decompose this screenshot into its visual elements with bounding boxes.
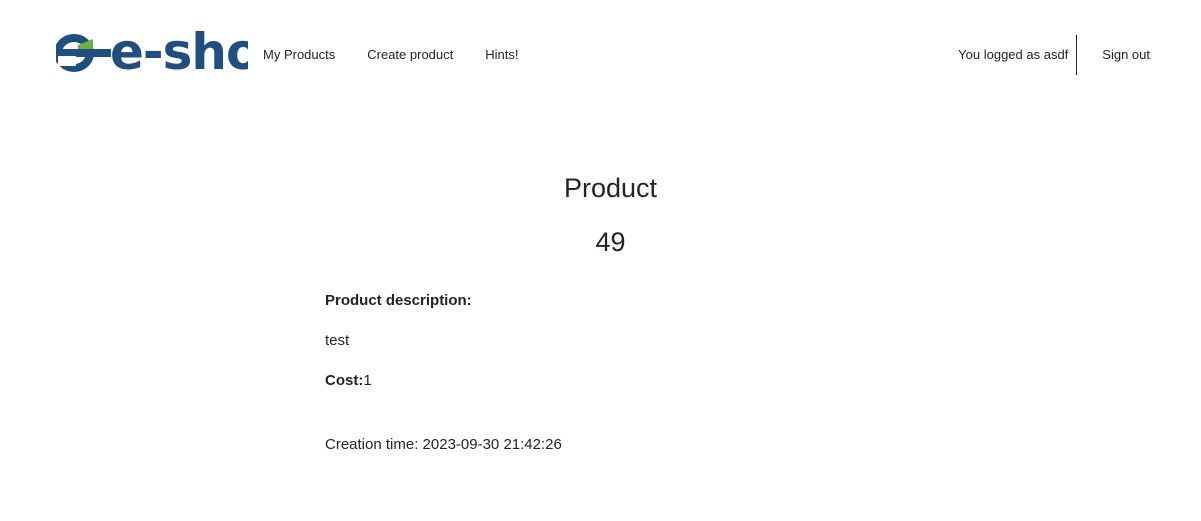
logo-text: e-shop xyxy=(110,23,248,81)
nav-links: My Products Create product Hints! xyxy=(263,46,518,64)
navbar: e-shop My Products Create product Hints!… xyxy=(0,0,1201,110)
cost-label: Cost: xyxy=(325,372,364,389)
cost-row: Cost:1 xyxy=(325,370,372,392)
description-label: Product description: xyxy=(325,292,472,309)
description-value: test xyxy=(325,332,350,349)
eshop-logo-image: e-shop xyxy=(54,20,295,81)
user-area: You logged as asdf Sign out xyxy=(958,35,1150,75)
nav-create-product[interactable]: Create product xyxy=(367,46,453,64)
creation-time-label: Creation time: xyxy=(325,436,423,453)
sign-out-link[interactable]: Sign out xyxy=(1102,46,1150,64)
product-id: 49 xyxy=(595,227,626,257)
creation-time-value: 2023-09-30 21:42:26 xyxy=(422,436,562,453)
creation-row: Creation time: 2023-09-30 21:42:26 xyxy=(325,434,562,456)
nav-hints[interactable]: Hints! xyxy=(485,46,518,64)
nav-my-products[interactable]: My Products xyxy=(263,46,335,64)
eshop-logo[interactable]: e-shop xyxy=(54,20,295,86)
page-title: Product xyxy=(563,173,658,203)
user-divider xyxy=(1076,35,1078,75)
cost-value: 1 xyxy=(363,372,372,389)
logged-in-user-text: You logged as asdf xyxy=(958,47,1069,62)
